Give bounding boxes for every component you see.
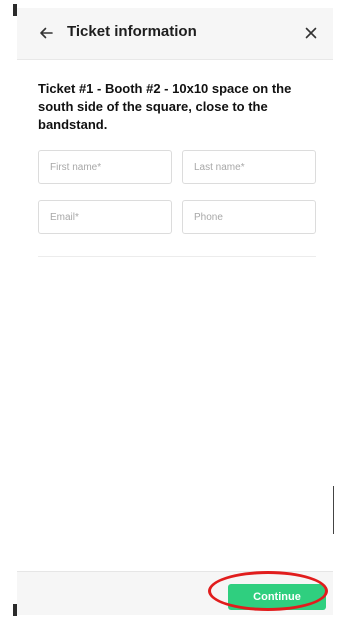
ticket-description: Ticket #1 - Booth #2 - 10x10 space on th…: [38, 81, 292, 132]
dialog-title: Ticket information: [67, 23, 197, 40]
ticket-information-dialog: Ticket information Ticket #1 - Booth #2 …: [17, 8, 333, 615]
screenshot-frame: Ticket information Ticket #1 - Booth #2 …: [0, 0, 344, 620]
section-divider: [38, 256, 316, 257]
arrow-left-icon: [40, 27, 53, 39]
close-button[interactable]: [300, 22, 322, 44]
first-name-input[interactable]: [38, 150, 172, 184]
dialog-footer: Continue: [17, 571, 333, 615]
back-button[interactable]: [35, 22, 57, 44]
phone-input[interactable]: [182, 200, 316, 234]
last-name-input[interactable]: [182, 150, 316, 184]
dialog-header: Ticket information: [17, 8, 333, 60]
continue-button[interactable]: Continue: [228, 584, 326, 610]
email-input[interactable]: [38, 200, 172, 234]
close-icon: [305, 27, 317, 39]
